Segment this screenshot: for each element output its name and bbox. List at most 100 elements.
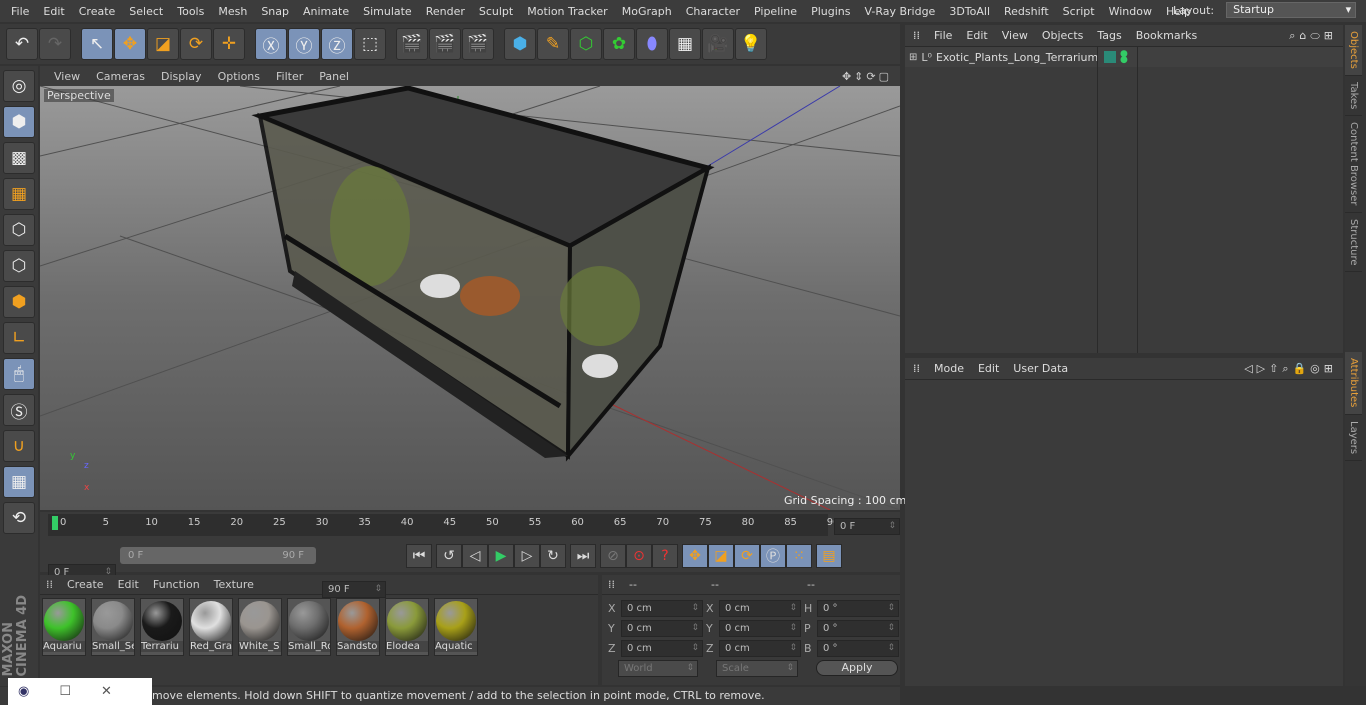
record-icon[interactable]: ⊙ bbox=[626, 544, 652, 568]
mat-menu-function[interactable]: Function bbox=[153, 578, 200, 591]
menu-snap[interactable]: Snap bbox=[254, 5, 296, 18]
menu-redshift[interactable]: Redshift bbox=[997, 5, 1056, 18]
polygons-mode-icon[interactable]: ⬢ bbox=[3, 286, 35, 318]
play-icon[interactable]: ▶ bbox=[488, 544, 514, 568]
current-frame-field[interactable]: 0 F bbox=[834, 518, 900, 535]
attr-menu-mode[interactable]: Mode bbox=[934, 362, 964, 375]
planar-workplane-icon[interactable]: ⟲ bbox=[3, 502, 35, 534]
apply-button[interactable]: Apply bbox=[816, 660, 898, 676]
coord-field[interactable]: 0 cm bbox=[719, 619, 801, 637]
rotate-tool-icon[interactable]: ⟳ bbox=[180, 28, 212, 60]
viewport-menu-options[interactable]: Options bbox=[210, 70, 268, 83]
tab-content-browser[interactable]: Content Browser bbox=[1345, 116, 1362, 213]
range-slider[interactable]: 0 F 90 F bbox=[120, 547, 316, 564]
tab-attributes[interactable]: Attributes bbox=[1345, 352, 1362, 415]
pen-icon[interactable]: ✎ bbox=[537, 28, 569, 60]
render-picture-viewer-icon[interactable]: 🎬 bbox=[429, 28, 461, 60]
floor-icon[interactable]: ▦ bbox=[669, 28, 701, 60]
obj-menu-tags[interactable]: Tags bbox=[1097, 29, 1121, 42]
menu-select[interactable]: Select bbox=[122, 5, 170, 18]
lock-workplane-icon[interactable]: ▦ bbox=[3, 466, 35, 498]
previous-key-icon[interactable]: ↺ bbox=[436, 544, 462, 568]
menu-simulate[interactable]: Simulate bbox=[356, 5, 419, 18]
obj-menu-objects[interactable]: Objects bbox=[1042, 29, 1084, 42]
key-scale-icon[interactable]: ◪ bbox=[708, 544, 734, 568]
cinema4d-app-icon[interactable]: ◉ bbox=[18, 684, 29, 699]
model-mode-icon[interactable]: ⬢ bbox=[3, 106, 35, 138]
redo-icon[interactable]: ↷ bbox=[39, 28, 71, 60]
timeline-window-icon[interactable]: ▤ bbox=[816, 544, 842, 568]
layer-color-swatch[interactable] bbox=[1103, 51, 1116, 63]
attr-menu-edit[interactable]: Edit bbox=[978, 362, 999, 375]
menu-tools[interactable]: Tools bbox=[170, 5, 211, 18]
deformer-icon[interactable]: ⬮ bbox=[636, 28, 668, 60]
maximize-icon[interactable]: ☐ bbox=[59, 684, 71, 699]
snap-icon[interactable]: Ⓢ bbox=[3, 394, 35, 426]
cloner-icon[interactable]: ✿ bbox=[603, 28, 635, 60]
grip-icon[interactable]: ⁞⁞ bbox=[913, 29, 920, 42]
menu-animate[interactable]: Animate bbox=[296, 5, 356, 18]
tab-takes[interactable]: Takes bbox=[1345, 76, 1362, 117]
menu-script[interactable]: Script bbox=[1056, 5, 1102, 18]
points-mode-icon[interactable]: ⬡ bbox=[3, 214, 35, 246]
menu-window[interactable]: Window bbox=[1102, 5, 1159, 18]
menu-render[interactable]: Render bbox=[419, 5, 472, 18]
key-position-icon[interactable]: ✥ bbox=[682, 544, 708, 568]
autokey-icon[interactable]: ? bbox=[652, 544, 678, 568]
grip-icon[interactable]: ⁞⁞ bbox=[913, 362, 920, 375]
workplane-icon[interactable]: ▦ bbox=[3, 178, 35, 210]
menu-edit[interactable]: Edit bbox=[36, 5, 71, 18]
subdivision-icon[interactable]: ⬡ bbox=[570, 28, 602, 60]
object-name[interactable]: Exotic_Plants_Long_Terrarium bbox=[936, 51, 1098, 64]
tweak-icon[interactable]: 🖱 bbox=[3, 358, 35, 390]
mat-menu-edit[interactable]: Edit bbox=[118, 578, 139, 591]
viewport-menu-cameras[interactable]: Cameras bbox=[88, 70, 153, 83]
world-dropdown[interactable]: World bbox=[618, 660, 698, 677]
obj-menu-file[interactable]: File bbox=[934, 29, 952, 42]
coord-field[interactable]: 0 cm bbox=[621, 619, 703, 637]
coord-field[interactable]: 0 cm bbox=[719, 639, 801, 657]
obj-header-icons[interactable]: ⌕⌂⬭⊞ bbox=[1289, 29, 1343, 43]
z-axis-icon[interactable]: Ⓩ bbox=[321, 28, 353, 60]
cube-icon[interactable]: ⬢ bbox=[504, 28, 536, 60]
attr-menu-user-data[interactable]: User Data bbox=[1013, 362, 1068, 375]
key-rotation-icon[interactable]: ⟳ bbox=[734, 544, 760, 568]
render-settings-icon[interactable]: 🎬 bbox=[462, 28, 494, 60]
layout-select[interactable]: Startup bbox=[1226, 2, 1357, 18]
go-to-start-icon[interactable]: ⏮ bbox=[406, 544, 432, 568]
material-swatch[interactable]: Small_Ro bbox=[287, 598, 331, 656]
go-to-end-icon[interactable]: ⏭ bbox=[570, 544, 596, 568]
make-editable-icon[interactable]: ◎ bbox=[3, 70, 35, 102]
tab-objects[interactable]: Objects bbox=[1345, 25, 1362, 76]
viewport-menu-view[interactable]: View bbox=[46, 70, 88, 83]
coord-field[interactable]: 0 ° bbox=[817, 639, 899, 657]
select-tool-icon[interactable]: ↖ bbox=[81, 28, 113, 60]
menu-character[interactable]: Character bbox=[679, 5, 747, 18]
coord-field[interactable]: 0 cm bbox=[621, 639, 703, 657]
visibility-dots-icon[interactable]: ● ● bbox=[1120, 50, 1128, 65]
end-frame-field[interactable]: 90 F bbox=[322, 581, 386, 598]
menu-file[interactable]: File bbox=[4, 5, 36, 18]
object-row[interactable]: ⊞ L⁰ Exotic_Plants_Long_Terrarium ● ● bbox=[905, 47, 1343, 67]
menu-create[interactable]: Create bbox=[72, 5, 123, 18]
material-swatch[interactable]: Red_Gra bbox=[189, 598, 233, 656]
expand-icon[interactable]: ⊞ bbox=[909, 52, 917, 63]
material-swatch[interactable]: Elodea bbox=[385, 598, 429, 656]
coordinate-system-icon[interactable]: ⬚ bbox=[354, 28, 386, 60]
menu-plugins[interactable]: Plugins bbox=[804, 5, 857, 18]
render-view-icon[interactable]: 🎬 bbox=[396, 28, 428, 60]
next-frame-icon[interactable]: ▷ bbox=[514, 544, 540, 568]
motion-path-icon[interactable]: ⊘ bbox=[600, 544, 626, 568]
magnet-icon[interactable]: ∪ bbox=[3, 430, 35, 462]
previous-frame-icon[interactable]: ◁ bbox=[462, 544, 488, 568]
mat-menu-texture[interactable]: Texture bbox=[214, 578, 254, 591]
coord-field[interactable]: 0 ° bbox=[817, 619, 899, 637]
transform-tool-icon[interactable]: ✛ bbox=[213, 28, 245, 60]
obj-menu-view[interactable]: View bbox=[1002, 29, 1028, 42]
coord-field[interactable]: 0 cm bbox=[621, 599, 703, 617]
viewport-menu-filter[interactable]: Filter bbox=[268, 70, 311, 83]
material-swatch[interactable]: Aquariu bbox=[42, 598, 86, 656]
texture-mode-icon[interactable]: ▩ bbox=[3, 142, 35, 174]
timeline-ruler[interactable]: 051015202530354045505560657075808590 bbox=[48, 514, 840, 536]
viewport-menu-display[interactable]: Display bbox=[153, 70, 210, 83]
